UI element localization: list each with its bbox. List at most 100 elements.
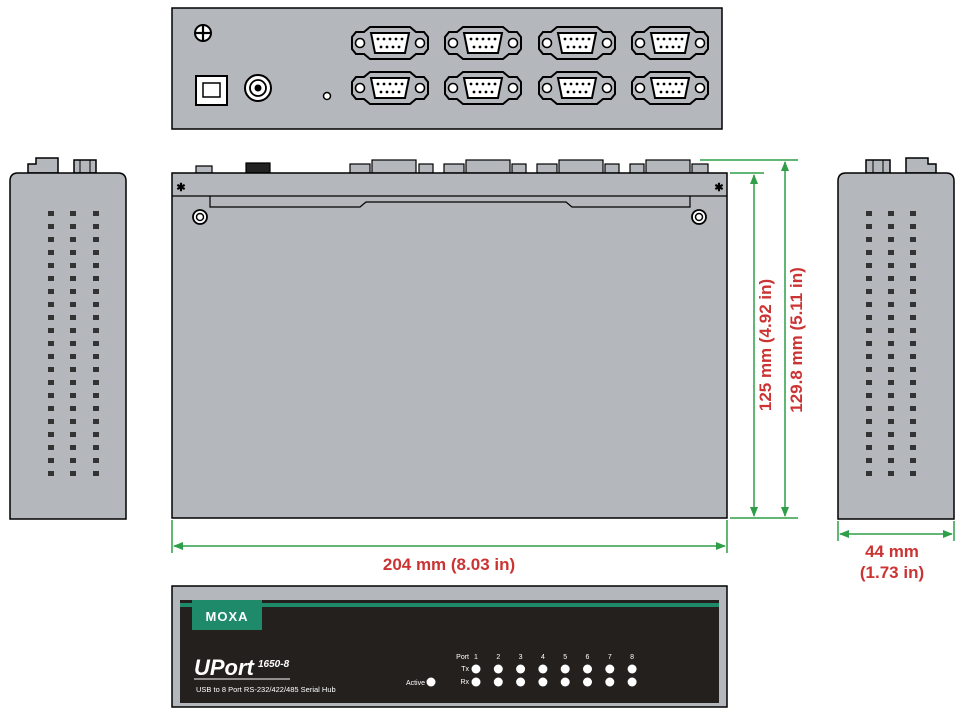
vent-slot — [910, 315, 916, 320]
vent-slot — [866, 367, 872, 372]
vent-slot — [910, 341, 916, 346]
port-label: Port — [456, 654, 469, 661]
vent-slot — [866, 289, 872, 294]
rx-led-icon — [538, 677, 548, 687]
vent-slot — [910, 367, 916, 372]
vent-slot — [866, 250, 872, 255]
vent-slot — [888, 211, 894, 216]
right-side-view — [837, 157, 955, 520]
dimension-height: 44 mm (1.73 in) — [837, 521, 955, 582]
vent-slot — [70, 406, 76, 411]
vent-slot — [93, 354, 99, 359]
vent-slot — [70, 471, 76, 476]
vent-slot — [866, 263, 872, 268]
vent-slot — [48, 445, 54, 450]
vent-slot — [93, 432, 99, 437]
power-jack-icon — [244, 74, 272, 102]
vent-slot — [70, 341, 76, 346]
tx-led-icon — [493, 664, 503, 674]
vent-slot — [70, 419, 76, 424]
port-number-label: 6 — [586, 654, 590, 661]
vent-slot — [888, 341, 894, 346]
vent-slot — [70, 432, 76, 437]
vent-slot — [910, 445, 916, 450]
depth-total-dimension-label: 129.8 mm (5.11 in) — [787, 267, 806, 413]
height-dimension-label-line2: (1.73 in) — [860, 563, 924, 582]
vent-slot — [93, 458, 99, 463]
rx-led-icon — [560, 677, 570, 687]
top-panel — [171, 172, 728, 519]
vent-slot — [910, 471, 916, 476]
tx-led-icon — [627, 664, 637, 674]
rx-led-icon — [471, 677, 481, 687]
db9-connector-icon — [538, 26, 616, 60]
product-name-text: UPort — [194, 655, 256, 680]
vent-slot — [70, 315, 76, 320]
active-label: Active — [406, 680, 425, 687]
vent-slot — [910, 224, 916, 229]
vent-slot — [70, 380, 76, 385]
vent-slot — [866, 315, 872, 320]
vent-slot — [866, 341, 872, 346]
port-number-label: 2 — [496, 654, 500, 661]
vent-slot — [910, 406, 916, 411]
vent-slot — [910, 432, 916, 437]
vent-slot — [866, 432, 872, 437]
db9-connector-icon — [351, 71, 429, 105]
vent-slot — [866, 393, 872, 398]
vent-slot — [48, 406, 54, 411]
usb-port-icon — [195, 75, 228, 106]
vent-slot — [48, 289, 54, 294]
vent-slot — [866, 445, 872, 450]
left-side-view — [9, 157, 127, 520]
tx-led-icon — [605, 664, 615, 674]
vent-slot — [93, 393, 99, 398]
vent-slot — [48, 263, 54, 268]
db9-connector-icon — [631, 26, 709, 60]
vent-slot — [48, 432, 54, 437]
vent-slot — [48, 380, 54, 385]
vent-slot — [48, 250, 54, 255]
vent-slot — [70, 302, 76, 307]
port-number-label: 7 — [608, 654, 612, 661]
port-number-label: 3 — [519, 654, 523, 661]
port-number-label: 5 — [563, 654, 567, 661]
vent-slot — [910, 419, 916, 424]
right-side-panel — [837, 172, 955, 520]
vent-slot — [93, 302, 99, 307]
vent-slot — [70, 445, 76, 450]
vent-slot — [866, 328, 872, 333]
vent-slot — [70, 289, 76, 294]
vent-slot — [48, 354, 54, 359]
vent-slot — [888, 263, 894, 268]
left-side-panel — [9, 172, 127, 520]
vent-slot — [910, 263, 916, 268]
vent-slot — [888, 458, 894, 463]
vent-slot — [888, 289, 894, 294]
vent-slot — [888, 315, 894, 320]
tx-led-icon — [560, 664, 570, 674]
vent-slot — [910, 380, 916, 385]
vent-slot — [888, 276, 894, 281]
db9-connector-icon — [631, 71, 709, 105]
screw-icon — [192, 209, 208, 225]
connector-profile-row — [349, 159, 709, 174]
db9-connector-icon — [444, 71, 522, 105]
vent-slot — [70, 224, 76, 229]
vent-slot — [888, 354, 894, 359]
brand-logo-text: MOXA — [206, 609, 249, 624]
top-view: ✱ ✱ — [171, 159, 728, 519]
vent-slot — [70, 328, 76, 333]
rx-led-icon — [516, 677, 526, 687]
front-view: MOXA UPort 1650-8 USB to 8 Port RS-232/4… — [171, 585, 728, 708]
vent-slot — [93, 367, 99, 372]
port-number-label: 1 — [474, 654, 478, 661]
vent-slot — [70, 367, 76, 372]
vent-slot — [70, 458, 76, 463]
dimension-width: 204 mm (8.03 in) — [171, 520, 728, 574]
vent-slot — [866, 458, 872, 463]
vent-slot — [93, 211, 99, 216]
port-number-label: 4 — [541, 654, 545, 661]
vent-slot — [888, 380, 894, 385]
vent-slot — [888, 393, 894, 398]
